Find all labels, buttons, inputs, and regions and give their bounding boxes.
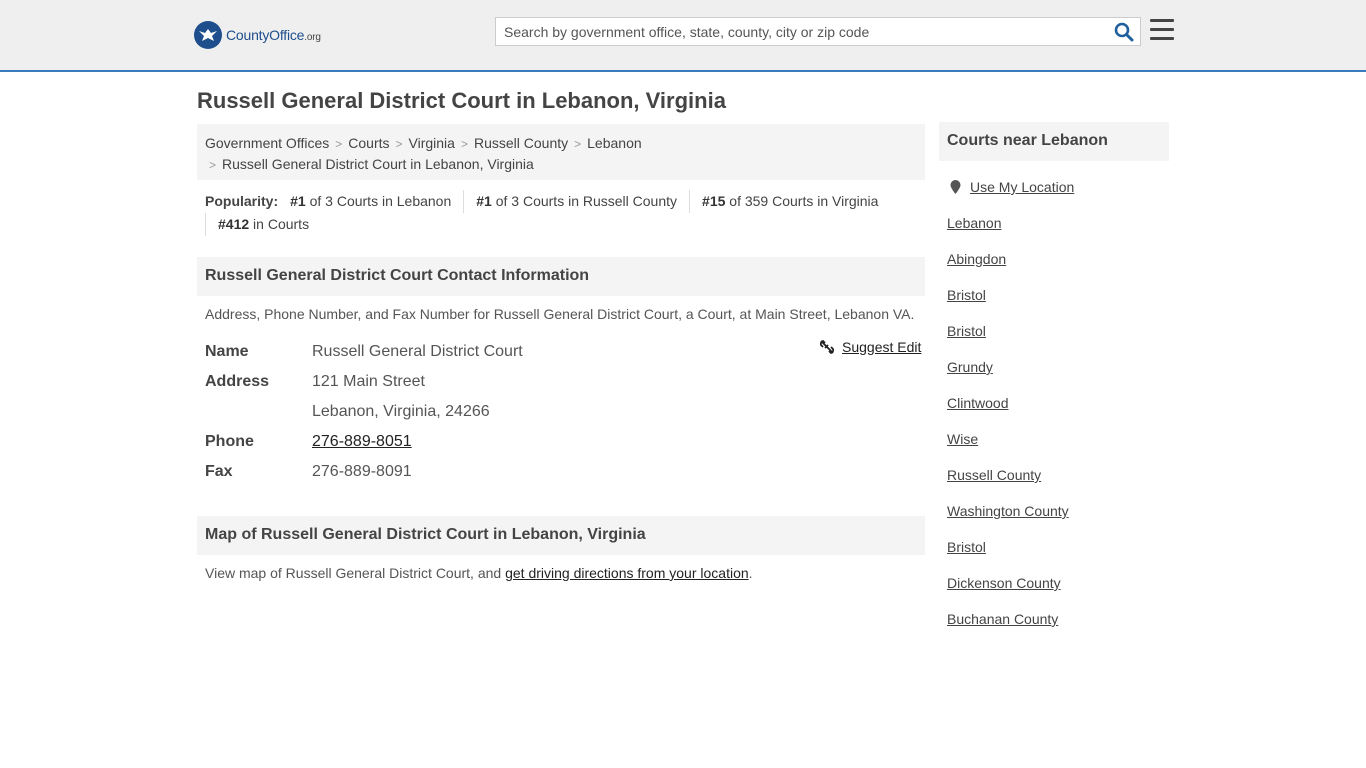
nearby-link-russell-county[interactable]: Russell County: [947, 467, 1041, 483]
site-header: CountyOffice.org: [0, 0, 1366, 72]
hamburger-menu-icon[interactable]: [1150, 19, 1174, 41]
page-title: Russell General District Court in Lebano…: [197, 88, 726, 113]
list-item: Bristol: [947, 322, 1169, 358]
nearby-link-clintwood[interactable]: Clintwood: [947, 395, 1008, 411]
list-item: Grundy: [947, 358, 1169, 394]
breadcrumb-separator-icon: >: [395, 137, 403, 151]
search-input[interactable]: [496, 18, 1106, 45]
rank-item: #1 of 3 Courts in Lebanon: [290, 193, 452, 209]
contact-info: Name Russell General District Court Addr…: [205, 337, 925, 487]
nearby-link-abingdon[interactable]: Abingdon: [947, 251, 1006, 267]
search-icon[interactable]: [1114, 22, 1134, 42]
nearby-courts-sidebar: Courts near Lebanon Use My Location Leba…: [939, 122, 1169, 646]
rank-item: #15 of 359 Courts in Virginia: [689, 190, 890, 213]
list-item: Clintwood: [947, 394, 1169, 430]
list-item: Dickenson County: [947, 574, 1169, 610]
list-item: Wise: [947, 430, 1169, 466]
suggest-edit[interactable]: Suggest Edit: [819, 339, 921, 355]
address-line1: 121 Main Street: [312, 373, 425, 390]
info-row-fax: Fax 276-889-8091: [205, 463, 412, 480]
list-item: Russell County: [947, 466, 1169, 502]
info-row-name: Name Russell General District Court: [205, 343, 523, 360]
nearby-link-grundy[interactable]: Grundy: [947, 359, 993, 375]
nearby-link-wise[interactable]: Wise: [947, 431, 978, 447]
map-description: View map of Russell General District Cou…: [205, 565, 753, 581]
breadcrumb-separator-icon: >: [209, 158, 217, 172]
sidebar-heading: Courts near Lebanon: [939, 122, 1169, 161]
address-line2: Lebanon, Virginia, 24266: [312, 403, 490, 420]
breadcrumb-current: Russell General District Court in Lebano…: [222, 156, 534, 172]
info-row-address-2: Lebanon, Virginia, 24266: [205, 397, 925, 427]
list-item: Lebanon: [947, 214, 1169, 250]
breadcrumb-russell-county[interactable]: Russell County: [474, 135, 568, 151]
list-item: Bristol: [947, 286, 1169, 322]
nearby-link-bristol[interactable]: Bristol: [947, 287, 986, 303]
list-item: Buchanan County: [947, 610, 1169, 646]
map-pin-icon: [950, 180, 961, 194]
breadcrumb-separator-icon: >: [335, 137, 343, 151]
breadcrumb-virginia[interactable]: Virginia: [409, 135, 455, 151]
popularity-label: Popularity:: [205, 193, 279, 209]
nearby-link-buchanan-county[interactable]: Buchanan County: [947, 611, 1058, 627]
contact-section-heading: Russell General District Court Contact I…: [197, 257, 925, 296]
court-name: Russell General District Court: [312, 343, 523, 360]
logo-text: CountyOffice.org: [226, 27, 321, 43]
eagle-seal-icon: [194, 21, 222, 49]
breadcrumb-government-offices[interactable]: Government Offices: [205, 135, 329, 151]
list-item: Bristol: [947, 538, 1169, 574]
nearby-list: Use My Location Lebanon Abingdon Bristol…: [939, 161, 1169, 646]
breadcrumb: Government Offices > Courts > Virginia > Russe…: [197, 124, 925, 180]
info-row-address: Address 121 Main Street: [205, 373, 425, 390]
search-bar: [495, 17, 1141, 46]
rank-item: #412 in Courts: [205, 213, 321, 236]
fax-number: 276-889-8091: [312, 463, 412, 480]
driving-directions-link[interactable]: get driving directions from your locatio…: [505, 565, 749, 581]
map-section-heading: Map of Russell General District Court in…: [197, 516, 925, 555]
site-logo[interactable]: CountyOffice.org: [194, 20, 321, 50]
nearby-link-washington-county[interactable]: Washington County: [947, 503, 1069, 519]
list-item: Washington County: [947, 502, 1169, 538]
list-item: Abingdon: [947, 250, 1169, 286]
breadcrumb-separator-icon: >: [574, 137, 582, 151]
use-my-location-link[interactable]: Use My Location: [970, 178, 1074, 196]
popularity-ranks: Popularity: #1 of 3 Courts in Lebanon #1…: [205, 190, 925, 236]
breadcrumb-lebanon[interactable]: Lebanon: [587, 135, 642, 151]
nearby-link-dickenson-county[interactable]: Dickenson County: [947, 575, 1061, 591]
breadcrumb-courts[interactable]: Courts: [348, 135, 389, 151]
nearby-link-bristol-3[interactable]: Bristol: [947, 539, 986, 555]
suggest-edit-link[interactable]: Suggest Edit: [842, 339, 921, 355]
phone-link[interactable]: 276-889-8051: [312, 433, 412, 450]
nearby-link-bristol-2[interactable]: Bristol: [947, 323, 986, 339]
broken-link-icon: [819, 339, 835, 355]
breadcrumb-separator-icon: >: [460, 137, 468, 151]
nearby-link-lebanon[interactable]: Lebanon: [947, 215, 1002, 231]
use-location-item: Use My Location: [947, 178, 1169, 214]
info-row-phone: Phone 276-889-8051: [205, 433, 412, 450]
rank-item: #1 of 3 Courts in Russell County: [463, 190, 689, 213]
contact-description: Address, Phone Number, and Fax Number fo…: [205, 306, 915, 322]
